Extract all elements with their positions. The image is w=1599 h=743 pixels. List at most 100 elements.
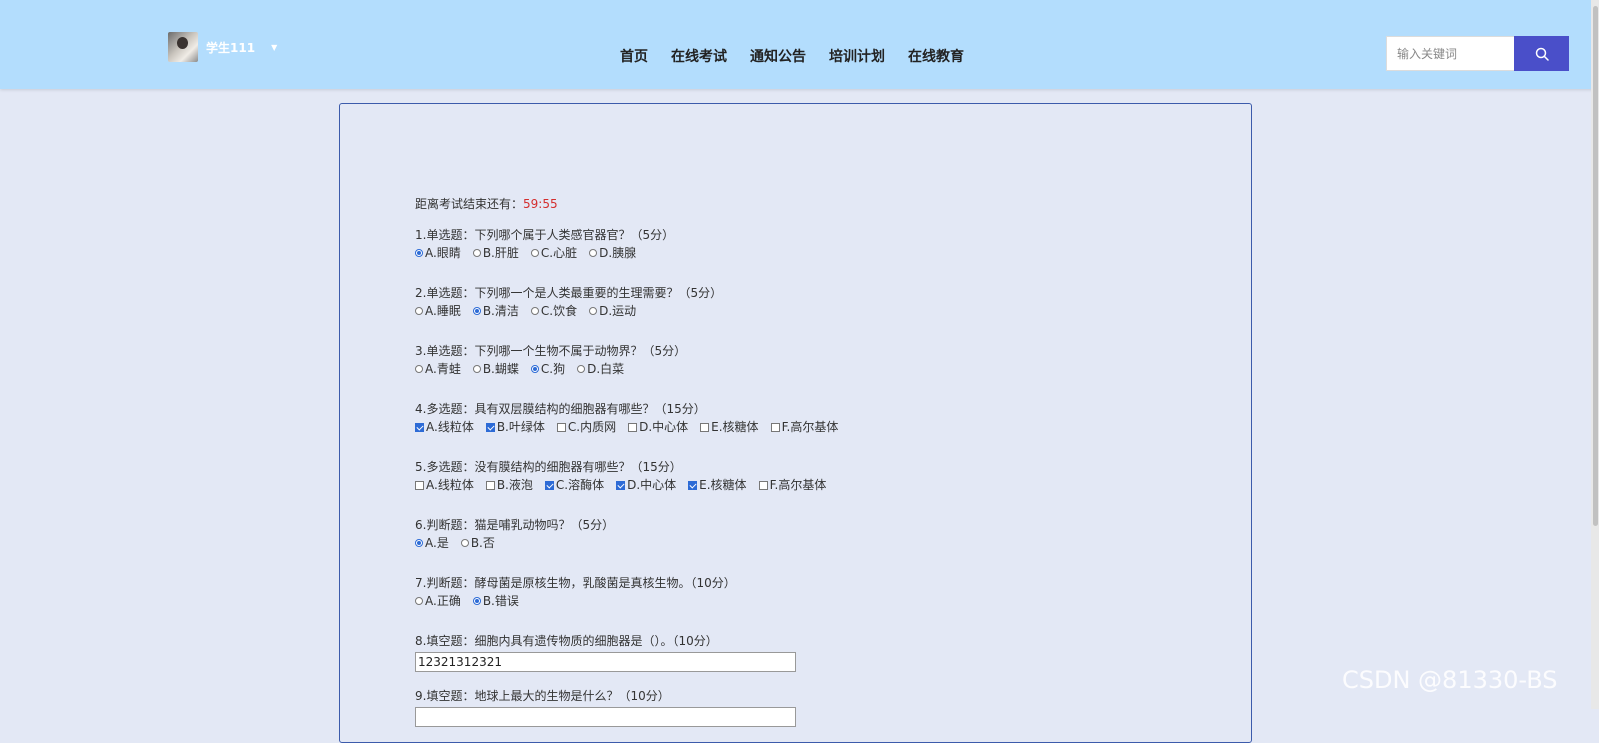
option-label: B.错误 — [482, 594, 519, 608]
radio-option[interactable]: B.否 — [460, 534, 495, 552]
question-9: 9.填空题：地球上最大的生物是什么？（10分） — [415, 688, 796, 727]
checkbox[interactable] — [415, 480, 424, 490]
scrollbar-thumb[interactable] — [1593, 6, 1598, 526]
nav-training-plan[interactable]: 培训计划 — [829, 46, 885, 66]
radio-option[interactable]: A.是 — [415, 534, 449, 552]
radio-option[interactable]: C.饮食 — [530, 302, 577, 320]
radio-button[interactable] — [472, 307, 481, 315]
answer-input[interactable] — [415, 707, 796, 727]
nav-online-exam[interactable]: 在线考试 — [671, 46, 727, 66]
radio-option[interactable]: A.正确 — [415, 592, 461, 610]
radio-button[interactable] — [472, 365, 481, 373]
checkbox-option[interactable]: E.核糖体 — [688, 476, 747, 494]
checkbox-option[interactable]: A.线粒体 — [415, 476, 474, 494]
question-1: 1.单选题：下列哪个属于人类感官器官？（5分） A.眼睛 B.肝脏 C.心脏 D.胰腺 — [415, 227, 674, 262]
checkbox-option[interactable]: A.线粒体 — [415, 418, 474, 436]
option-label: A.线粒体 — [426, 478, 474, 492]
checkbox[interactable] — [485, 480, 495, 490]
nav-online-education[interactable]: 在线教育 — [908, 46, 964, 66]
checkbox-option[interactable]: B.叶绿体 — [485, 418, 545, 436]
radio-button[interactable] — [415, 597, 423, 605]
radio-button[interactable] — [577, 365, 586, 373]
radio-option[interactable]: A.眼睛 — [415, 244, 461, 262]
radio-button[interactable] — [460, 539, 469, 547]
question-title: 8.填空题：细胞内具有遗传物质的细胞器是（）。（10分） — [415, 634, 718, 648]
radio-option[interactable]: B.清洁 — [472, 302, 519, 320]
search-button[interactable] — [1514, 36, 1569, 71]
radio-button[interactable] — [415, 307, 423, 315]
header-title-fragment — [592, 0, 782, 4]
radio-option[interactable]: D.运动 — [589, 302, 636, 320]
checkbox[interactable] — [544, 480, 554, 490]
checkbox[interactable] — [770, 422, 780, 432]
checkbox[interactable] — [758, 480, 768, 490]
checkbox-option[interactable]: D.中心体 — [616, 476, 676, 494]
radio-button[interactable] — [589, 307, 598, 315]
option-label: A.是 — [425, 536, 449, 550]
checkbox-option[interactable]: F.高尔基体 — [758, 476, 826, 494]
option-label: D.胰腺 — [599, 246, 637, 260]
radio-option[interactable]: B.错误 — [472, 592, 519, 610]
radio-button[interactable] — [589, 249, 598, 257]
option-group: A.正确 B.错误 — [415, 592, 736, 610]
option-group: A.眼睛 B.肝脏 C.心脏 D.胰腺 — [415, 244, 674, 262]
radio-button[interactable] — [530, 307, 539, 315]
option-group: A.线粒体 B.叶绿体 C.内质网 D.中心体 E.核糖体 F.高尔基体 — [415, 418, 850, 436]
question-title: 9.填空题：地球上最大的生物是什么？（10分） — [415, 689, 670, 703]
checkbox[interactable] — [688, 480, 698, 490]
checkbox[interactable] — [556, 422, 566, 432]
nav-notice[interactable]: 通知公告 — [750, 46, 806, 66]
option-label: A.青蛙 — [425, 362, 461, 376]
checkbox[interactable] — [616, 480, 626, 490]
radio-option[interactable]: D.胰腺 — [589, 244, 636, 262]
checkbox[interactable] — [415, 422, 424, 432]
checkbox-option[interactable]: C.溶酶体 — [544, 476, 605, 494]
radio-option[interactable]: C.心脏 — [530, 244, 578, 262]
checkbox-option[interactable]: E.核糖体 — [700, 418, 759, 436]
search-icon — [1535, 47, 1549, 61]
chevron-down-icon[interactable]: ▼ — [271, 43, 277, 52]
timer-label: 距离考试结束还有： — [415, 197, 524, 211]
question-title: 3.单选题：下列哪一个生物不属于动物界？（5分） — [415, 344, 687, 358]
radio-button[interactable] — [415, 539, 423, 547]
answer-input[interactable] — [415, 652, 796, 672]
question-2: 2.单选题：下列哪一个是人类最重要的生理需要？（5分） A.睡眠 B.清洁 C.饮食 D… — [415, 285, 722, 320]
radio-button[interactable] — [415, 365, 423, 373]
checkbox[interactable] — [485, 422, 495, 432]
radio-option[interactable]: C.狗 — [530, 360, 565, 378]
radio-option[interactable]: A.青蛙 — [415, 360, 461, 378]
radio-button[interactable] — [472, 597, 481, 605]
question-title: 1.单选题：下列哪个属于人类感官器官？（5分） — [415, 228, 675, 242]
checkbox[interactable] — [700, 422, 710, 432]
option-label: C.心脏 — [540, 246, 578, 260]
option-label: A.线粒体 — [426, 420, 474, 434]
option-label: A.睡眠 — [425, 304, 461, 318]
search-input[interactable] — [1386, 36, 1514, 71]
option-label: C.内质网 — [567, 420, 617, 434]
radio-button[interactable] — [530, 365, 539, 373]
radio-option[interactable]: D.白菜 — [577, 360, 624, 378]
radio-option[interactable]: B.蝴蝶 — [472, 360, 519, 378]
option-label: B.液泡 — [496, 478, 533, 492]
radio-button[interactable] — [472, 249, 481, 257]
option-label: C.溶酶体 — [555, 478, 605, 492]
checkbox-option[interactable]: D.中心体 — [628, 418, 688, 436]
checkbox-option[interactable]: C.内质网 — [556, 418, 617, 436]
option-group: A.线粒体 B.液泡 C.溶酶体 D.中心体 E.核糖体 F.高尔基体 — [415, 476, 838, 494]
user-menu[interactable]: 学生111 ▼ — [168, 32, 277, 62]
option-label: A.正确 — [425, 594, 461, 608]
checkbox-option[interactable]: F.高尔基体 — [770, 418, 839, 436]
option-label: F.高尔基体 — [781, 420, 839, 434]
option-label: E.核糖体 — [699, 478, 747, 492]
question-6: 6.判断题：猫是哺乳动物吗？（5分） A.是 B.否 — [415, 517, 614, 552]
username[interactable]: 学生111 — [206, 39, 255, 56]
radio-button[interactable] — [530, 249, 539, 257]
radio-option[interactable]: B.肝脏 — [472, 244, 519, 262]
main-nav: 首页 在线考试 通知公告 培训计划 在线教育 — [620, 46, 964, 66]
radio-button[interactable] — [415, 249, 423, 257]
avatar[interactable] — [168, 32, 198, 62]
radio-option[interactable]: A.睡眠 — [415, 302, 461, 320]
nav-home[interactable]: 首页 — [620, 46, 648, 66]
checkbox-option[interactable]: B.液泡 — [485, 476, 533, 494]
checkbox[interactable] — [628, 422, 638, 432]
